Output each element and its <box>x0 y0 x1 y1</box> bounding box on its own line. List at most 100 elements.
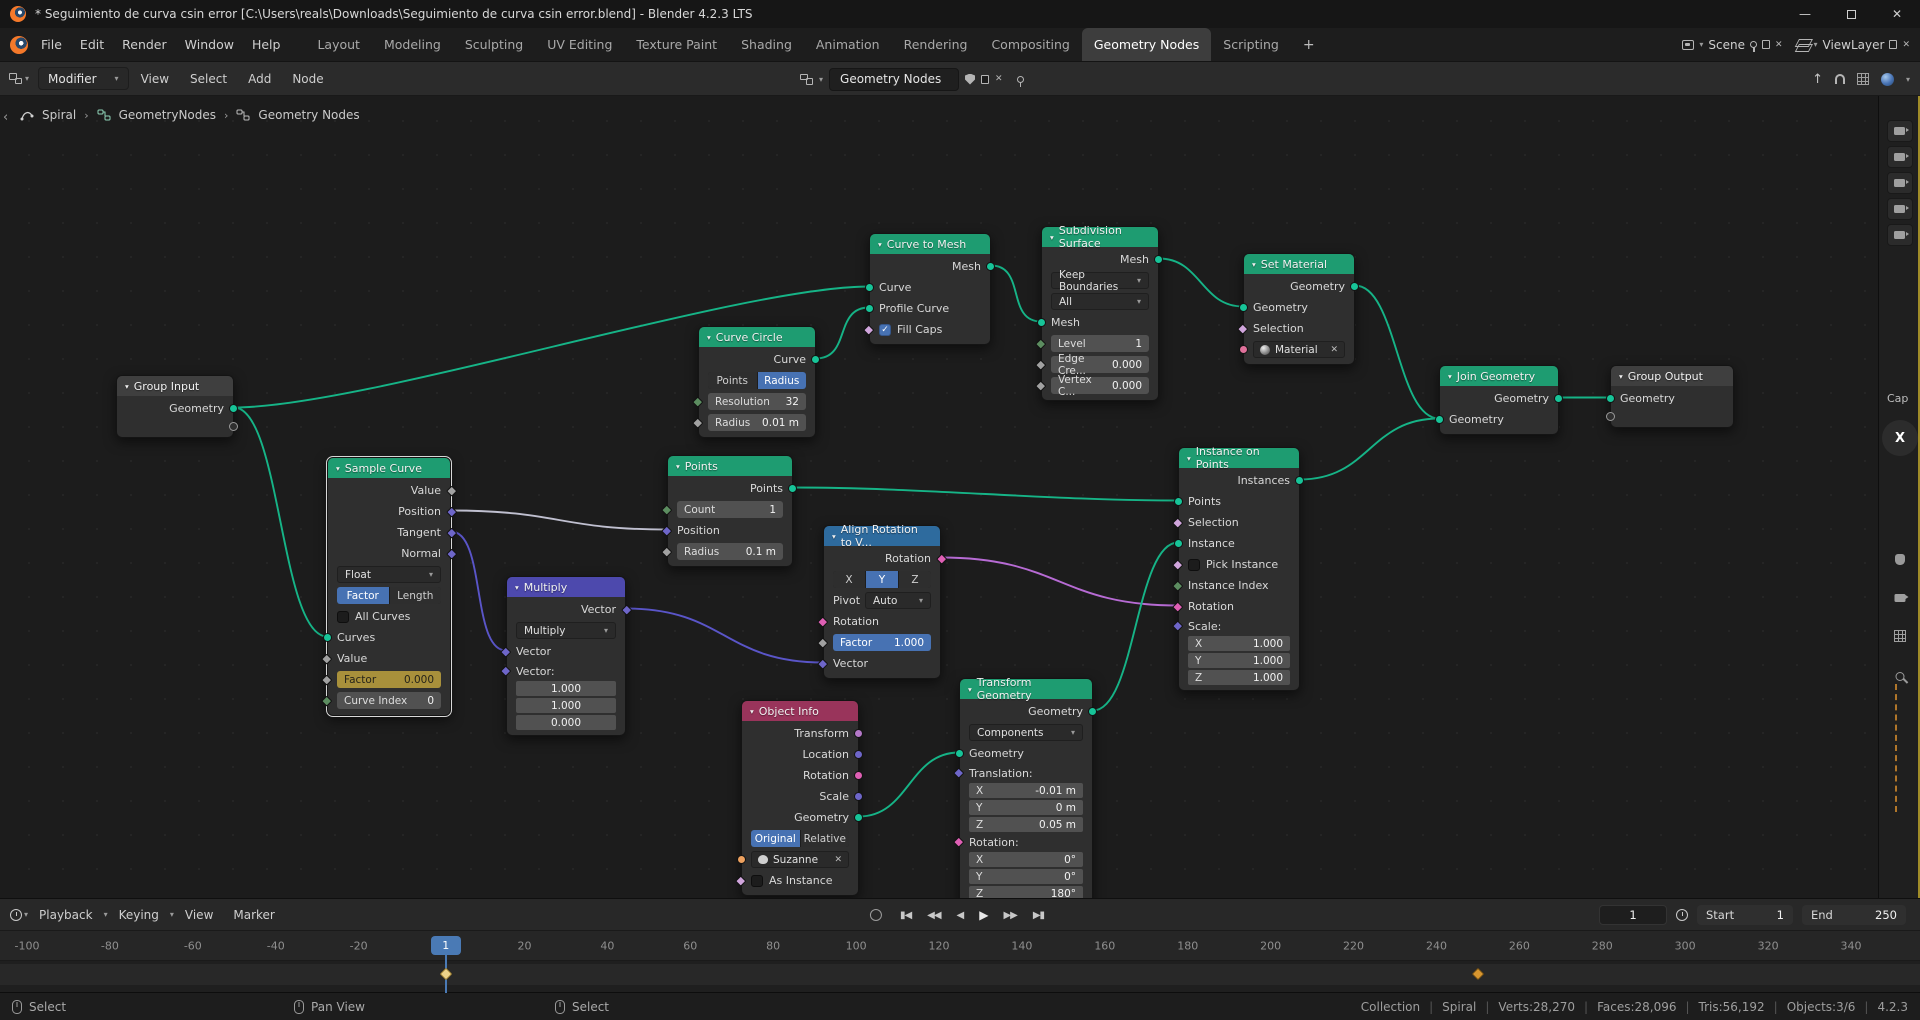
grid-ortho-icon[interactable] <box>1893 630 1906 642</box>
object-field-material[interactable]: Material ✕ <box>1253 341 1345 358</box>
breadcrumb-object[interactable]: Spiral <box>42 108 76 122</box>
input-socket-geometry[interactable] <box>1435 415 1444 424</box>
output-socket-mesh[interactable] <box>1154 255 1163 264</box>
panel-tab-icon[interactable] <box>1886 198 1913 220</box>
zoom-icon[interactable] <box>1895 672 1904 681</box>
auto-keyframe-icon[interactable] <box>869 909 882 921</box>
output-socket-instances[interactable] <box>1295 476 1304 485</box>
node-align-rotation[interactable]: ▾ Align Rotation to V... Rotation X Y Z Pivot A… <box>817 523 947 679</box>
output-socket-scale[interactable] <box>854 792 863 801</box>
field-edge-cre[interactable]: Edge Cre... 0.000 <box>1051 353 1149 377</box>
pin-icon[interactable] <box>1016 75 1024 87</box>
pin-icon[interactable] <box>1749 41 1757 52</box>
input-socket-curve[interactable] <box>865 283 874 292</box>
menu-edit[interactable]: Edit <box>71 33 113 56</box>
tab-texture-paint[interactable]: Texture Paint <box>624 28 729 61</box>
node-join-geometry[interactable]: ▾ Join Geometry Geometry Geometry <box>1435 365 1563 435</box>
dropdown-float[interactable]: Float ▾ <box>337 566 441 583</box>
tab-geometry-nodes[interactable]: Geometry Nodes <box>1081 28 1212 61</box>
field-count[interactable]: Count 1 <box>677 501 783 518</box>
node-object-info[interactable]: ▾ Object Info Transform Location Rotation Sca… <box>735 700 863 896</box>
input-socket-mesh[interactable] <box>1037 318 1046 327</box>
snap-magnet-icon[interactable] <box>1834 74 1845 84</box>
frame-start-field[interactable]: Start 1 <box>1697 905 1793 925</box>
right-panel-sliver[interactable]: Cap X <box>1878 96 1920 898</box>
field-factor[interactable]: Factor 0.000 <box>337 671 441 688</box>
tab-animation[interactable]: Animation <box>804 28 892 61</box>
fake-user-icon[interactable] <box>965 73 976 85</box>
node-curve-circle[interactable]: ▾ Curve Circle Curve Points Radius Resolution… <box>692 326 820 438</box>
scene-selector[interactable]: ▾ Scene ✕ <box>1682 38 1783 52</box>
dropdown-all[interactable]: All ▾ <box>1051 293 1149 310</box>
button-x[interactable]: X <box>833 571 865 588</box>
dropdown-components[interactable]: Components ▾ <box>969 724 1083 741</box>
field-z[interactable]: Z 1.000 <box>1188 670 1290 685</box>
close-scene-icon[interactable]: ✕ <box>1775 40 1783 50</box>
checkbox-fill-caps[interactable]: ✓ <box>879 323 891 336</box>
button-points[interactable]: Points <box>708 372 757 389</box>
field-y[interactable]: Y 0° <box>969 869 1083 884</box>
panel-tab-icon[interactable] <box>1886 224 1913 246</box>
close-viewlayer-icon[interactable]: ✕ <box>1902 40 1910 50</box>
output-socket-geometry[interactable] <box>1350 282 1359 291</box>
tab-layout[interactable]: Layout <box>305 28 372 61</box>
menu-add[interactable]: Add <box>239 68 280 90</box>
collapse-icon[interactable]: ▾ <box>336 464 340 473</box>
blender-menu-icon[interactable] <box>10 35 28 54</box>
editor-type-icon[interactable] <box>9 73 22 84</box>
panel-tab-icon[interactable] <box>1886 146 1913 168</box>
unlink-icon[interactable]: ✕ <box>995 74 1003 84</box>
panel-tab-icon[interactable] <box>1886 172 1913 194</box>
field-radius[interactable]: Radius 0.1 m <box>677 543 783 560</box>
output-socket-geometry[interactable] <box>1088 707 1097 716</box>
prev-keyframe-button[interactable]: ◀◀ <box>921 906 946 925</box>
tab-uv-editing[interactable]: UV Editing <box>535 28 624 61</box>
collapse-icon[interactable]: ▾ <box>125 382 129 391</box>
unlink-icon[interactable]: ✕ <box>1330 345 1338 355</box>
field-curve-index[interactable]: Curve Index 0 <box>337 692 441 709</box>
field-x[interactable]: X 1.000 <box>1188 636 1290 651</box>
input-socket-points[interactable] <box>1174 497 1183 506</box>
field-radius[interactable]: Radius 0.01 m <box>708 414 806 431</box>
jump-to-end-button[interactable]: ▶▮ <box>1027 906 1050 925</box>
current-frame-field[interactable]: 1 <box>1599 905 1667 925</box>
parent-tree-icon[interactable]: ↑ <box>1812 72 1823 87</box>
node-tree-name-field[interactable]: Geometry Nodes <box>829 67 960 91</box>
collapse-icon[interactable]: ▾ <box>676 462 680 471</box>
collapse-icon[interactable]: ▾ <box>968 685 972 694</box>
checkbox-pick-instance[interactable] <box>1188 558 1200 571</box>
node-multiply[interactable]: ▾ Multiply Vector Multiply ▾ Vector Vector: 1.0… <box>500 576 632 736</box>
output-socket-geometry[interactable] <box>1554 394 1563 403</box>
maximize-button[interactable] <box>1828 0 1874 28</box>
output-socket-location[interactable] <box>854 750 863 759</box>
output-socket-rotation[interactable] <box>854 771 863 780</box>
button-factor[interactable]: Factor <box>337 587 389 604</box>
current-frame-indicator[interactable]: 1 <box>430 936 461 955</box>
node-set-material[interactable]: ▾ Set Material Geometry Geometry Selection Ma… <box>1237 253 1359 365</box>
input-socket-suzanne[interactable] <box>737 855 746 864</box>
dropdown-keep-boundaries[interactable]: Keep Boundaries ▾ <box>1051 269 1149 293</box>
node-tree-browse-icon[interactable] <box>800 73 813 85</box>
collapse-icon[interactable]: ▾ <box>1187 454 1191 463</box>
field-vertex-c[interactable]: Vertex C... 0.000 <box>1051 374 1149 398</box>
field-z[interactable]: Z 180° <box>969 886 1083 898</box>
node-subdivision-surface[interactable]: ▾ Subdivision Surface Mesh Keep Boundaries ▾… <box>1035 224 1163 401</box>
tab-shading[interactable]: Shading <box>729 28 804 61</box>
collapse-icon[interactable]: ▾ <box>832 532 836 541</box>
menu-window[interactable]: Window <box>176 33 243 56</box>
node-points[interactable]: ▾ Points Points Count 1 Position Radius 0.1 m <box>661 455 797 567</box>
collapse-icon[interactable]: ▾ <box>707 333 711 342</box>
overlays-icon[interactable] <box>1856 73 1869 85</box>
duplicate-scene-icon[interactable] <box>1761 38 1776 49</box>
menu-select[interactable]: Select <box>181 68 236 90</box>
menu-marker[interactable]: Marker <box>224 904 283 926</box>
dropdown-auto[interactable]: Auto ▾ <box>865 592 931 609</box>
camera-view-icon[interactable] <box>1894 594 1909 602</box>
vector-component-field[interactable]: 0.000 <box>516 715 616 730</box>
unlink-icon[interactable]: ✕ <box>834 855 842 865</box>
output-socket-transform[interactable] <box>854 729 863 738</box>
new-copy-icon[interactable] <box>981 72 995 84</box>
collapse-icon[interactable]: ▾ <box>515 583 519 592</box>
input-socket-geometry[interactable] <box>1239 303 1248 312</box>
collapse-icon[interactable]: ▾ <box>1448 372 1452 381</box>
